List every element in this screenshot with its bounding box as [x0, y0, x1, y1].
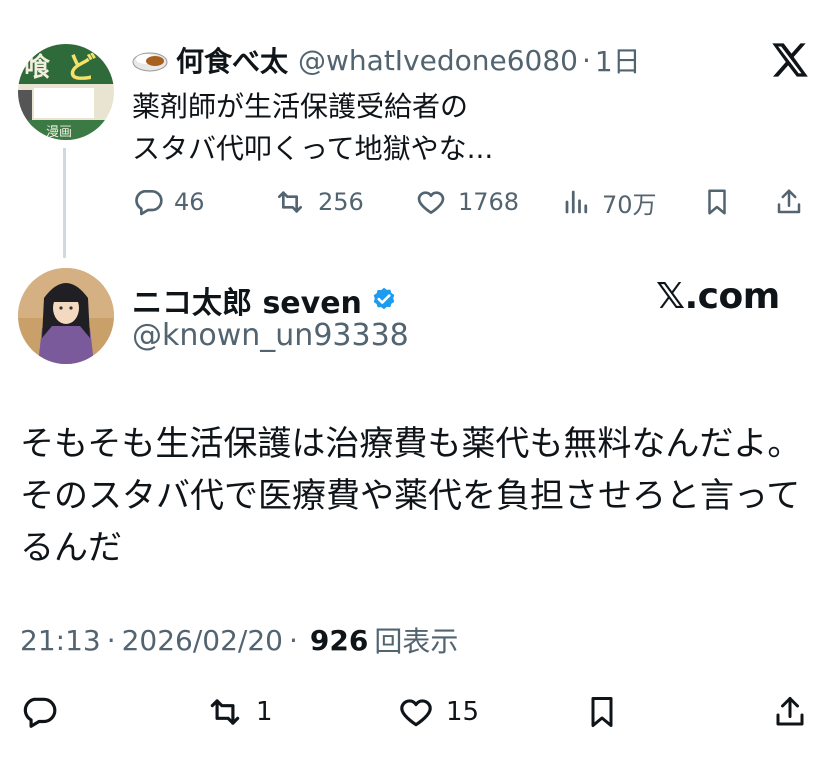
- parent-avatar[interactable]: 喰 ど 漫画: [18, 44, 114, 140]
- tweet-views-count: 926: [309, 623, 369, 657]
- main-bookmark-button[interactable]: [584, 690, 620, 734]
- reply-icon: [20, 693, 58, 731]
- parent-like-count: 1768: [458, 188, 520, 216]
- curry-rice-icon: [132, 47, 168, 73]
- parent-tweet-text: 薬剤師が生活保護受給者の スタバ代叩くって地獄やな...: [132, 90, 494, 165]
- x-logo-icon: [768, 40, 810, 80]
- main-reply-button[interactable]: [20, 690, 58, 734]
- parent-share-button[interactable]: [774, 182, 804, 222]
- main-share-button[interactable]: [772, 690, 808, 734]
- parent-like-button[interactable]: 1768: [414, 182, 519, 222]
- verified-badge-icon: [370, 286, 398, 314]
- svg-text:漫画: 漫画: [46, 125, 72, 140]
- main-display-name[interactable]: ニコ太郎 seven: [132, 278, 362, 322]
- main-action-bar: 1 15: [20, 690, 810, 734]
- parent-reply-count: 46: [174, 188, 205, 216]
- main-avatar[interactable]: [18, 268, 114, 364]
- thread-connector-line: [63, 148, 66, 258]
- tweet-time[interactable]: 21:13: [20, 624, 101, 657]
- svg-text:ど: ど: [66, 51, 96, 86]
- parent-action-bar: 46 256 1768 70万: [132, 182, 812, 222]
- retweet-icon: [272, 186, 308, 218]
- parent-views-button[interactable]: 70万: [562, 182, 657, 222]
- main-tweet-text: そもそも生活保護は治療費も薬代も無料なんだよ。 そのスタバ代で医療費や薬代を負担…: [20, 424, 802, 568]
- main-handle[interactable]: @known_un93338: [132, 318, 409, 353]
- parent-handle[interactable]: @whatIvedone6080: [298, 44, 578, 77]
- parent-bookmark-button[interactable]: [702, 182, 732, 222]
- heart-icon: [396, 693, 436, 731]
- tweet-views-label: 回表示: [374, 625, 459, 658]
- svg-text:喰: 喰: [24, 52, 50, 83]
- parent-reply-button[interactable]: 46: [132, 182, 205, 222]
- tweet-meta-line: 21:13 · 2026/02/20 · 926 回表示: [20, 620, 458, 660]
- share-icon: [774, 186, 804, 218]
- retweet-icon: [204, 693, 246, 731]
- parent-views-count: 70万: [602, 190, 657, 219]
- main-retweet-button[interactable]: 1: [204, 690, 273, 734]
- parent-separator: ·: [582, 43, 591, 77]
- tweet-date[interactable]: 2026/02/20: [122, 624, 283, 657]
- bookmark-icon: [584, 693, 620, 731]
- meta-separator-1: ·: [106, 623, 116, 657]
- main-retweet-count: 1: [256, 697, 273, 727]
- reply-icon: [132, 186, 164, 218]
- views-chart-icon: [562, 186, 592, 218]
- parent-timestamp[interactable]: 1日: [595, 40, 641, 80]
- x-com-watermark: 𝕏.com: [656, 276, 780, 317]
- main-like-count: 15: [446, 697, 480, 727]
- meta-separator-2: ·: [289, 623, 298, 657]
- bookmark-icon: [702, 186, 732, 218]
- parent-tweet-header: 何食べ太 @whatIvedone6080 · 1日: [132, 40, 641, 80]
- share-icon: [772, 693, 808, 731]
- parent-display-name[interactable]: 何食べ太: [176, 40, 288, 80]
- parent-retweet-button[interactable]: 256: [272, 182, 364, 222]
- heart-icon: [414, 186, 448, 218]
- main-like-button[interactable]: 15: [396, 690, 479, 734]
- main-author-name-row: ニコ太郎 seven: [132, 278, 398, 322]
- parent-retweet-count: 256: [318, 188, 364, 216]
